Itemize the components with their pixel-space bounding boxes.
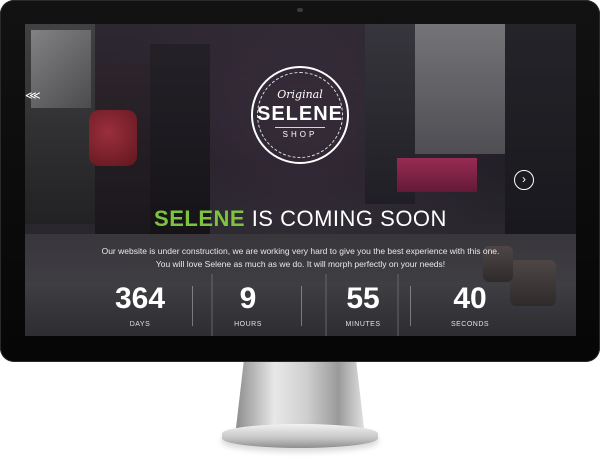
- badge-title: SELENE: [256, 103, 344, 125]
- countdown-days: 364 DAYS: [90, 282, 190, 332]
- monitor-stand-base: [222, 424, 378, 448]
- countdown-divider: [301, 286, 302, 326]
- countdown-divider: [192, 286, 193, 326]
- monitor-stand-neck: [236, 362, 364, 428]
- countdown-value: 9: [239, 282, 257, 315]
- brand-name: SELENE: [154, 206, 246, 231]
- screen: Original SELENE SHOP ⋘ › SELENE IS COMIN…: [25, 24, 576, 336]
- countdown-divider: [410, 286, 411, 326]
- badge-divider: [275, 127, 325, 128]
- chevron-right-icon[interactable]: ›: [514, 170, 534, 190]
- countdown-value: 55: [346, 282, 380, 315]
- page-title: SELENE IS COMING SOON: [25, 206, 576, 232]
- badge-top-text: Original: [277, 88, 323, 101]
- monitor-bezel: Original SELENE SHOP ⋘ › SELENE IS COMIN…: [0, 0, 600, 362]
- countdown-minutes: 55 MINUTES: [313, 282, 413, 332]
- logo-badge[interactable]: Original SELENE SHOP: [251, 66, 349, 164]
- countdown-label: DAYS: [129, 321, 151, 328]
- countdown-label: MINUTES: [345, 321, 381, 328]
- countdown-label: SECONDS: [450, 321, 490, 328]
- title-rest: IS COMING SOON: [245, 206, 447, 231]
- countdown-hours: 9 HOURS: [198, 282, 298, 332]
- camera-dot: [297, 8, 303, 12]
- message-line-2: You will love Selene as much as we do. I…: [155, 259, 446, 269]
- countdown-value: 40: [453, 282, 487, 315]
- countdown-timer: 364 DAYS 9 HOURS 55 MINUTES 40 SECONDS: [85, 282, 516, 332]
- message-line-1: Our website is under construction, we ar…: [101, 246, 500, 256]
- countdown-value: 364: [114, 282, 166, 315]
- countdown-seconds: 40 SECONDS: [420, 282, 520, 332]
- share-icon[interactable]: ⋘: [25, 88, 41, 104]
- badge-subtitle: SHOP: [282, 130, 318, 139]
- countdown-label: HOURS: [234, 321, 262, 328]
